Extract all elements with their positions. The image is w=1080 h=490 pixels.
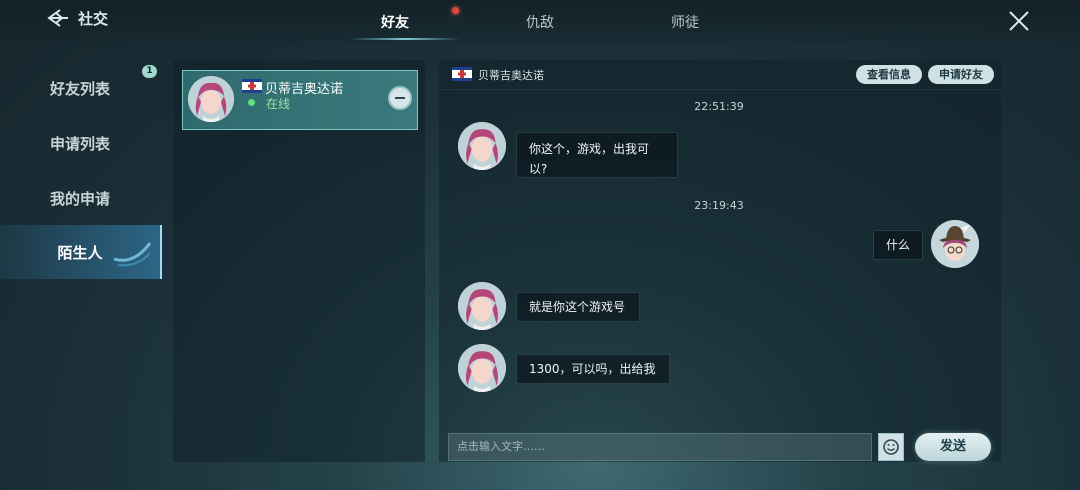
back-arrow-icon	[47, 9, 68, 27]
online-status-text: 在线	[266, 97, 291, 111]
back-button[interactable]: 社交	[46, 7, 108, 29]
swoosh-icon	[113, 242, 152, 267]
flag-icon	[242, 79, 262, 93]
sidebar-item-label: 我的申请	[49, 189, 110, 208]
sidebar-item-strangers[interactable]: 陌生人	[0, 225, 162, 279]
online-status-dot	[248, 99, 255, 106]
sidebar-item-label: 陌生人	[57, 243, 103, 262]
message-bubble: 就是你这个游戏号	[516, 292, 640, 322]
notification-dot	[452, 7, 459, 14]
emoji-icon	[883, 439, 899, 455]
avatar	[458, 344, 506, 392]
avatar	[188, 76, 234, 122]
message-timestamp: 23:19:43	[694, 199, 744, 212]
avatar	[458, 282, 506, 330]
send-button[interactable]: 发送	[915, 433, 991, 461]
avatar	[458, 122, 506, 170]
count-badge: 1	[142, 65, 157, 78]
sidebar-item-request-list[interactable]: 申请列表	[0, 116, 160, 170]
tab-enemies[interactable]: 仇敌	[526, 12, 554, 32]
message-timestamp: 22:51:39	[694, 100, 744, 113]
remove-friend-icon[interactable]	[388, 86, 412, 110]
back-label: 社交	[78, 9, 109, 28]
chat-contact-name: 贝蒂吉奥达诺	[478, 69, 544, 82]
view-info-button[interactable]: 查看信息	[856, 65, 922, 84]
sidebar-item-friend-list[interactable]: 好友列表	[0, 61, 160, 115]
chat-input[interactable]: 点击输入文字……	[448, 433, 872, 461]
sidebar-item-label: 申请列表	[49, 134, 110, 153]
message-bubble: 你这个，游戏，出我可以?	[516, 132, 678, 178]
flag-icon	[452, 67, 472, 81]
sidebar-item-label: 好友列表	[49, 79, 110, 98]
emoji-button[interactable]	[878, 433, 904, 461]
sidebar-item-my-requests[interactable]: 我的申请	[0, 171, 160, 225]
avatar-self	[931, 220, 979, 268]
tab-underline	[350, 38, 460, 40]
message-bubble-self: 什么	[873, 230, 923, 260]
add-friend-button[interactable]: 申请好友	[928, 65, 994, 84]
tab-mentor[interactable]: 师徒	[671, 12, 699, 32]
close-icon[interactable]	[1008, 10, 1030, 32]
chat-panel	[439, 60, 1001, 462]
divider	[439, 89, 1001, 90]
tab-friends[interactable]: 好友	[381, 12, 409, 32]
message-bubble: 1300，可以吗，出给我	[516, 354, 670, 384]
